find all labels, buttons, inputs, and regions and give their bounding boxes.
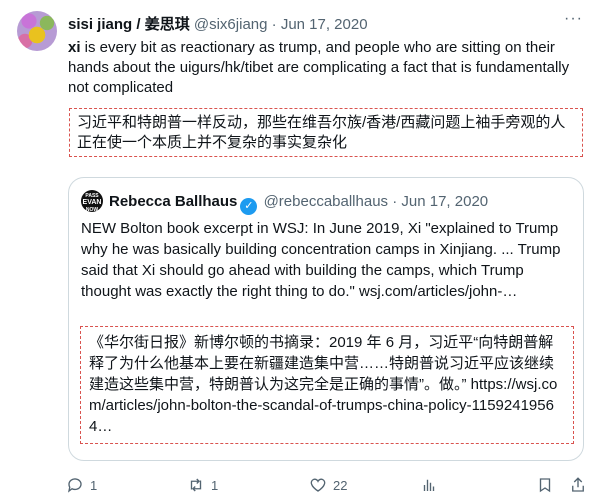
tweet-date[interactable]: Jun 17, 2020: [281, 16, 368, 33]
tweet-header: sisi jiang / 姜思琪 @six6jiang · Jun 17, 20…: [68, 13, 588, 33]
quoted-author-name[interactable]: Rebecca Ballhaus: [109, 193, 237, 210]
like-button[interactable]: 22: [309, 476, 347, 494]
quoted-avatar-text-bottom: NOW: [85, 207, 99, 213]
quoted-separator-dot: ·: [392, 193, 398, 210]
quoted-text: NEW Bolton book excerpt in WSJ: In June …: [81, 220, 561, 300]
reply-icon: [67, 478, 82, 493]
reply-count: 1: [90, 477, 98, 493]
reply-button[interactable]: 1: [66, 476, 97, 494]
tweet-translation: 习近平和特朗普一样反动，那些在维吾尔族/香港/西藏问题上袖手旁观的人正在使一个本…: [69, 108, 583, 157]
like-count: 22: [333, 477, 348, 493]
views-button[interactable]: [420, 476, 438, 494]
tweet-text-bold: xi: [68, 39, 81, 56]
retweet-icon: [190, 478, 202, 492]
author-name[interactable]: sisi jiang / 姜思琪: [68, 16, 190, 33]
retweet-button[interactable]: 1: [187, 476, 218, 494]
bar-chart-icon: [423, 479, 435, 491]
author-avatar[interactable]: [17, 11, 57, 51]
quoted-author-handle[interactable]: @rebeccaballhaus: [264, 193, 388, 210]
separator-dot: ·: [271, 16, 277, 33]
quoted-header: Rebecca Ballhaus ✓ @rebeccaballhaus · Jun…: [109, 193, 488, 215]
more-options-icon[interactable]: ···: [564, 10, 583, 28]
author-handle[interactable]: @six6jiang: [194, 16, 268, 33]
quoted-avatar-text-mid: EVAN: [82, 199, 102, 206]
action-bar: 1 1 22: [64, 476, 589, 496]
share-icon: [572, 477, 584, 492]
bookmark-icon: [539, 478, 551, 493]
quoted-translation: 《华尔街日报》新博尔顿的书摘录：2019 年 6 月，习近平“向特朗普解释了为什…: [80, 326, 574, 444]
quoted-author-avatar[interactable]: PASS EVAN NOW: [81, 190, 103, 213]
quoted-date[interactable]: Jun 17, 2020: [401, 193, 488, 210]
heart-icon: [310, 478, 326, 492]
bookmark-button[interactable]: [536, 476, 554, 494]
tweet-text-body: is every bit as reactionary as trump, an…: [68, 39, 570, 96]
verified-badge-icon: ✓: [240, 198, 258, 215]
quoted-tweet[interactable]: PASS EVAN NOW Rebecca Ballhaus ✓ @rebecca…: [68, 177, 584, 461]
share-button[interactable]: [569, 476, 587, 494]
tweet-text: xi is every bit as reactionary as trump,…: [68, 38, 583, 98]
retweet-count: 1: [211, 477, 219, 493]
